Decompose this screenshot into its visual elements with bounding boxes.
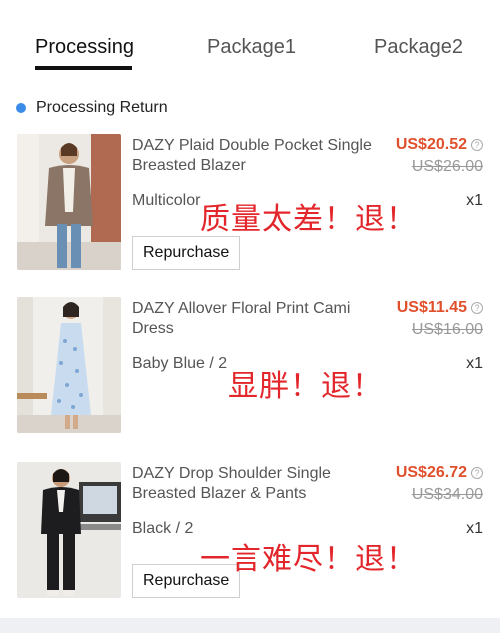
- product-name[interactable]: DAZY Drop Shoulder Single Breasted Blaze…: [132, 464, 387, 504]
- active-tab-indicator: [35, 66, 132, 70]
- product-name[interactable]: DAZY Allover Floral Print Cami Dress: [132, 299, 387, 339]
- status-label: Processing Return: [36, 99, 168, 116]
- original-price: US$26.00: [411, 158, 483, 175]
- quantity: x1: [466, 355, 483, 372]
- product-image[interactable]: [17, 297, 121, 433]
- handwritten-annotation: 质量太差！退！: [200, 202, 417, 237]
- status-row: Processing Return: [16, 97, 168, 119]
- current-price: US$26.72: [395, 464, 467, 481]
- status-dot-icon: [16, 103, 26, 113]
- handwritten-annotation: 显胖！退！: [228, 369, 383, 404]
- original-price: US$16.00: [411, 321, 483, 338]
- tab-bar: Processing Package1 Package2: [0, 0, 500, 80]
- bottom-bar: [0, 618, 500, 633]
- info-icon[interactable]: ?: [471, 139, 483, 151]
- order-item: DAZY Allover Floral Print Cami Dress US$…: [0, 297, 500, 437]
- repurchase-button[interactable]: Repurchase: [132, 236, 241, 270]
- info-icon[interactable]: ?: [471, 302, 483, 314]
- product-variant: Multicolor: [132, 192, 201, 209]
- handwritten-annotation: 一言难尽！退！: [200, 542, 417, 577]
- product-image[interactable]: [17, 462, 121, 598]
- current-price: US$20.52: [395, 136, 467, 153]
- quantity: x1: [466, 520, 483, 537]
- tab-package1[interactable]: Package1: [207, 36, 296, 59]
- original-price: US$34.00: [411, 486, 483, 503]
- tab-processing[interactable]: Processing: [35, 36, 134, 59]
- product-variant: Black / 2: [132, 520, 194, 537]
- order-item: DAZY Drop Shoulder Single Breasted Blaze…: [0, 462, 500, 602]
- price-block: US$26.72? US$34.00: [396, 464, 483, 504]
- price-block: US$11.45? US$16.00: [397, 299, 483, 339]
- info-icon[interactable]: ?: [471, 467, 483, 479]
- product-image[interactable]: [17, 134, 121, 270]
- product-variant: Baby Blue / 2: [132, 355, 228, 372]
- order-item: DAZY Plaid Double Pocket Single Breasted…: [0, 134, 500, 274]
- price-block: US$20.52? US$26.00: [396, 136, 483, 176]
- tab-package2[interactable]: Package2: [374, 36, 463, 59]
- quantity: x1: [466, 192, 483, 209]
- current-price: US$11.45: [396, 299, 467, 316]
- product-name[interactable]: DAZY Plaid Double Pocket Single Breasted…: [132, 136, 387, 176]
